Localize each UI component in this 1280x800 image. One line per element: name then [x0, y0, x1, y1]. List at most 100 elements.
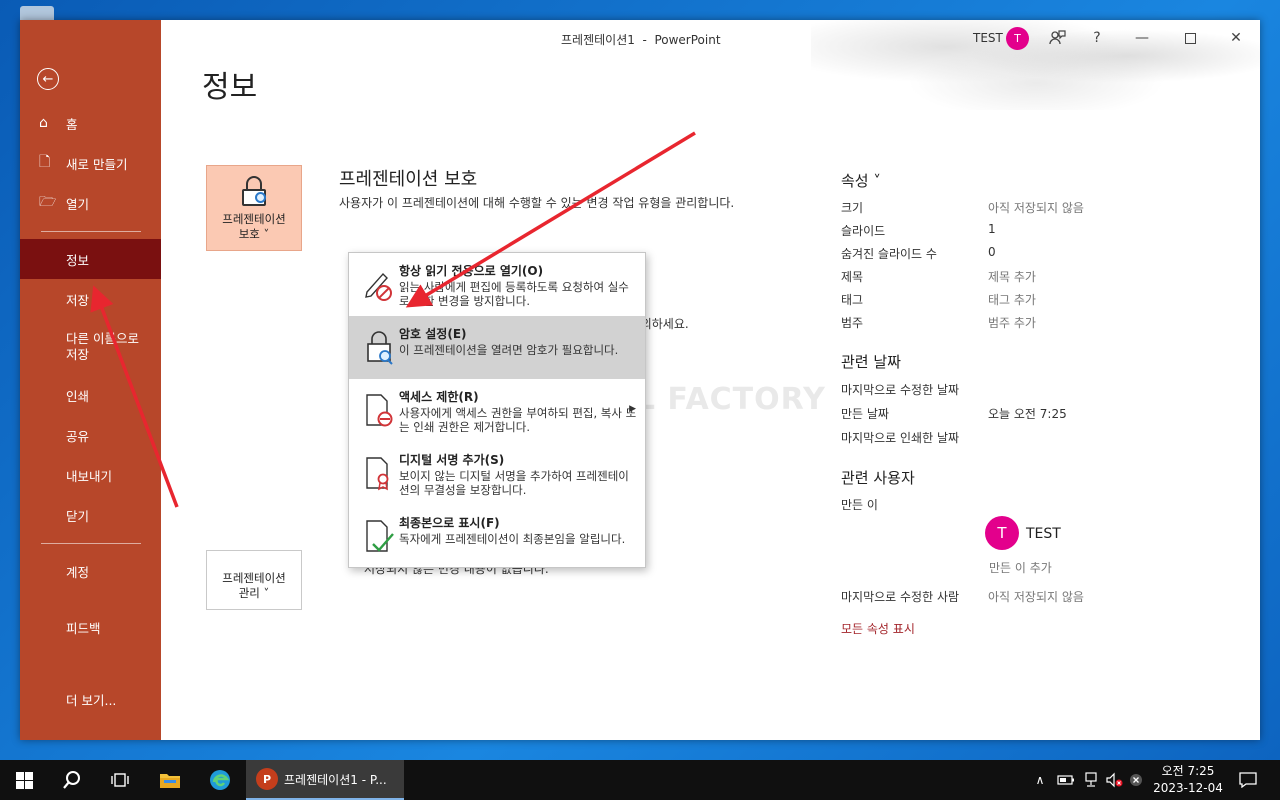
sidebar-item-close[interactable]: 닫기	[20, 504, 161, 526]
action-center-icon[interactable]	[1234, 760, 1262, 800]
sidebar-item-new[interactable]: 🗋 새로 만들기	[20, 152, 161, 174]
sidebar-item-print[interactable]: 인쇄	[20, 384, 161, 406]
menu-item-description: 이 프레젠테이션을 열려면 암호가 필요합니다.	[399, 343, 619, 357]
people-heading: 관련 사용자	[841, 469, 915, 487]
sidebar-item-home[interactable]: ⌂ 홈	[20, 112, 161, 134]
sidebar-item-info[interactable]: 정보	[20, 239, 161, 279]
backstage-main: 프레젠테이션1 - PowerPoint TEST T ? — ✕ 정보 프레젠…	[161, 20, 1260, 740]
menu-item-title: 항상 읽기 전용으로 열기(O)	[399, 264, 544, 278]
sidebar-item-label: 계정	[66, 564, 90, 580]
sidebar-item-label: 저장	[66, 292, 90, 308]
sidebar-item-export[interactable]: 내보내기	[20, 464, 161, 486]
battery-icon[interactable]	[1055, 760, 1077, 800]
lock-icon	[241, 176, 267, 206]
menu-item-title: 최종본으로 표시(F)	[399, 516, 500, 530]
menu-item-description: 사용자에게 액세스 권한을 부여하되 편집, 복사 또는 인쇄 권한은 제거합니…	[399, 406, 637, 434]
maximize-icon[interactable]	[1180, 28, 1200, 48]
protect-presentation-button[interactable]: 프레젠테이션 보호 ˅	[206, 165, 302, 251]
help-icon[interactable]: ?	[1087, 28, 1107, 48]
document-title: 프레젠테이션1 - PowerPoint	[561, 33, 721, 47]
properties-heading[interactable]: 속성 ˅	[841, 170, 881, 191]
sidebar-separator	[41, 543, 141, 544]
sidebar-item-label: 더 보기...	[66, 692, 117, 708]
home-icon: ⌂	[39, 115, 48, 131]
lock-key-icon	[367, 331, 393, 365]
sidebar-item-feedback[interactable]: 피드백	[20, 616, 161, 638]
backstage-sidebar: ← ⌂ 홈 🗋 새로 만들기 🗁 열기 정보 저장 다른 이름으로 저장 인쇄 …	[20, 20, 161, 740]
powerpoint-window: ← ⌂ 홈 🗋 새로 만들기 🗁 열기 정보 저장 다른 이름으로 저장 인쇄 …	[20, 20, 1260, 740]
manage-button-label: 프레젠테이션 관리 ˅	[222, 571, 286, 600]
powerpoint-icon: P	[256, 768, 278, 790]
taskbar-app-powerpoint[interactable]: P 프레젠테이션1 - P...	[246, 760, 404, 800]
add-author-field[interactable]: 만든 이 추가	[989, 559, 1052, 576]
sidebar-item-label: 다른 이름으로 저장	[66, 331, 139, 362]
protect-description: 사용자가 이 프레젠테이션에 대해 수행할 수 있는 변경 작업 유형을 관리합…	[339, 196, 735, 210]
sidebar-item-label: 내보내기	[66, 468, 113, 484]
clock-date: 2023-12-04	[1153, 781, 1223, 795]
sidebar-item-label: 열기	[66, 196, 90, 212]
add-title-field[interactable]: 제목 추가	[988, 268, 1036, 285]
volume-muted-icon[interactable]	[1103, 760, 1125, 800]
menu-item-restrict-access[interactable]: 액세스 제한(R) 사용자에게 액세스 권한을 부여하되 편집, 복사 또는 인…	[349, 379, 645, 442]
menu-item-digital-signature[interactable]: 디지털 서명 추가(S) 보이지 않는 디지털 서명을 추가하여 프레젠테이션의…	[349, 442, 645, 505]
protect-title: 프레젠테이션 보호	[339, 169, 478, 190]
pencil-no-icon	[365, 272, 392, 301]
notification-x-icon[interactable]	[1126, 760, 1146, 800]
sidebar-item-open[interactable]: 🗁 열기	[20, 192, 161, 214]
sidebar-item-label: 공유	[66, 428, 90, 444]
add-category-field[interactable]: 범주 추가	[988, 314, 1036, 331]
manage-presentation-button[interactable]: 프레젠테이션 관리 ˅	[206, 550, 302, 610]
file-explorer-icon[interactable]	[152, 760, 188, 800]
restricted-doc-icon	[366, 394, 393, 427]
title-bar: 프레젠테이션1 - PowerPoint TEST T ? — ✕	[161, 20, 1260, 56]
new-document-icon: 🗋	[39, 154, 51, 170]
task-view-icon[interactable]	[102, 760, 138, 800]
sidebar-item-share[interactable]: 공유	[20, 424, 161, 446]
sidebar-item-label: 새로 만들기	[66, 156, 128, 172]
menu-item-read-only[interactable]: 항상 읽기 전용으로 열기(O) 읽는 사람에게 편집에 등록하도록 요청하여 …	[349, 253, 645, 316]
system-clock[interactable]: 오전 7:25 2023-12-04	[1150, 763, 1226, 797]
minimize-icon[interactable]: —	[1132, 28, 1152, 48]
sidebar-item-more[interactable]: 더 보기...	[20, 688, 161, 710]
chevron-up-icon[interactable]: ∧	[1030, 760, 1050, 800]
dates-heading: 관련 날짜	[841, 353, 901, 371]
clock-time: 오전 7:25	[1161, 764, 1215, 778]
signature-doc-icon	[366, 457, 389, 491]
menu-item-title: 암호 설정(E)	[399, 327, 467, 341]
sidebar-separator	[41, 231, 141, 232]
sidebar-item-label: 피드백	[66, 620, 101, 636]
sidebar-item-save-as[interactable]: 다른 이름으로 저장	[20, 329, 161, 365]
sidebar-item-save[interactable]: 저장	[20, 288, 161, 310]
start-button[interactable]	[6, 760, 42, 800]
network-icon[interactable]	[1080, 760, 1102, 800]
folder-open-icon: 🗁	[39, 194, 57, 210]
sidebar-item-label: 인쇄	[66, 388, 90, 404]
sidebar-item-account[interactable]: 계정	[20, 560, 161, 582]
final-doc-icon	[366, 520, 394, 552]
sidebar-item-label: 정보	[66, 252, 90, 268]
back-arrow-icon[interactable]: ←	[37, 68, 59, 90]
menu-item-description: 읽는 사람에게 편집에 등록하도록 요청하여 실수로 인한 변경을 방지합니다.	[399, 280, 629, 308]
account-avatar[interactable]: T	[1006, 27, 1029, 50]
add-tag-field[interactable]: 태그 추가	[988, 291, 1036, 308]
menu-item-encrypt-password[interactable]: 암호 설정(E) 이 프레젠테이션을 열려면 암호가 필요합니다.	[349, 316, 645, 379]
taskbar-app-label: 프레젠테이션1 - P...	[284, 772, 387, 787]
menu-item-title: 디지털 서명 추가(S)	[399, 453, 505, 467]
protect-dropdown-menu: 항상 읽기 전용으로 열기(O) 읽는 사람에게 편집에 등록하도록 요청하여 …	[348, 252, 646, 568]
menu-item-description: 독자에게 프레젠테이션이 최종본임을 알립니다.	[399, 532, 626, 546]
edge-browser-icon[interactable]	[202, 760, 238, 800]
windows-logo-icon	[15, 771, 33, 789]
close-icon[interactable]: ✕	[1226, 28, 1246, 48]
submenu-arrow-icon: ▶	[629, 404, 636, 414]
search-icon[interactable]	[54, 760, 90, 800]
desktop-icon[interactable]	[20, 6, 54, 20]
sidebar-item-label: 홈	[66, 116, 78, 132]
author-avatar: T	[985, 516, 1019, 550]
menu-item-description: 보이지 않는 디지털 서명을 추가하여 프레젠테이션의 무결성을 보장합니다.	[399, 469, 629, 497]
show-all-properties-link[interactable]: 모든 속성 표시	[841, 620, 915, 637]
taskbar: P 프레젠테이션1 - P... ∧ 오전 7:25 2023-12-04	[0, 760, 1280, 800]
account-name[interactable]: TEST	[973, 31, 1003, 45]
menu-item-mark-final[interactable]: 최종본으로 표시(F) 독자에게 프레젠테이션이 최종본임을 알립니다.	[349, 505, 645, 568]
protect-button-label: 프레젠테이션 보호 ˅	[222, 212, 286, 241]
coauthoring-icon[interactable]	[1047, 28, 1067, 48]
